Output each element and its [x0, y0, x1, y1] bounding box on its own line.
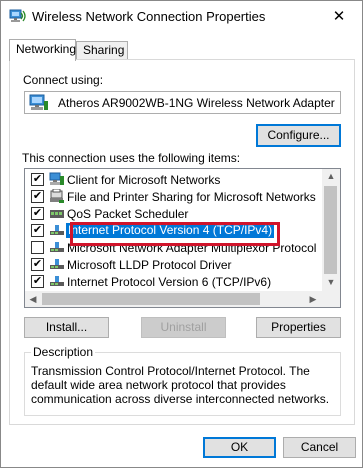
network-client-icon: [49, 172, 64, 185]
network-adapter-icon: [29, 94, 48, 110]
protocol-icon: [50, 259, 64, 269]
checkbox-multiplexor[interactable]: [31, 241, 44, 254]
properties-button[interactable]: Properties: [256, 317, 341, 338]
vertical-scroll-thumb[interactable]: [324, 186, 337, 274]
checkbox-qos[interactable]: ✔: [31, 207, 44, 220]
scroll-left-icon[interactable]: ◀: [28, 294, 38, 305]
network-connection-icon: [9, 9, 26, 22]
scroll-up-icon[interactable]: ▲: [322, 171, 340, 181]
close-button[interactable]: ✕: [323, 5, 355, 29]
tab-networking[interactable]: Networking: [9, 39, 76, 61]
vertical-scrollbar[interactable]: ▲ ▼: [322, 169, 340, 291]
file-printer-sharing-icon: [50, 189, 64, 203]
highlight-annotation: [70, 222, 280, 246]
qos-scheduler-icon: [50, 210, 64, 218]
item-label: QoS Packet Scheduler: [67, 207, 189, 221]
item-label: File and Printer Sharing for Microsoft N…: [67, 190, 316, 204]
title-bar[interactable]: Wireless Network Connection Properties ✕: [1, 1, 362, 33]
items-label: This connection uses the following items…: [22, 151, 241, 165]
list-item[interactable]: ✔ Internet Protocol Version 6 (TCP/IPv6): [25, 273, 322, 290]
scrollbar-corner: [322, 291, 340, 307]
item-label: Internet Protocol Version 6 (TCP/IPv6): [67, 275, 272, 289]
scroll-right-icon[interactable]: ▶: [308, 294, 318, 305]
item-label: Client for Microsoft Networks: [67, 173, 221, 187]
items-list[interactable]: ✔ Client for Microsoft Networks ✔ File a…: [24, 168, 341, 308]
window-title: Wireless Network Connection Properties: [32, 9, 266, 24]
protocol-icon: [50, 276, 64, 286]
checkbox-ipv6[interactable]: ✔: [31, 275, 44, 288]
install-button[interactable]: Install...: [24, 317, 109, 338]
list-item[interactable]: ✔ QoS Packet Scheduler: [25, 205, 322, 222]
items-list-viewport: ✔ Client for Microsoft Networks ✔ File a…: [25, 169, 322, 291]
list-item[interactable]: ✔ Microsoft LLDP Protocol Driver: [25, 256, 322, 273]
uninstall-button[interactable]: Uninstall: [141, 317, 226, 338]
tab-sharing[interactable]: Sharing: [76, 41, 128, 60]
connect-using-label: Connect using:: [23, 73, 104, 87]
adapter-field: Atheros AR9002WB-1NG Wireless Network Ad…: [24, 91, 341, 114]
horizontal-scroll-thumb[interactable]: [42, 293, 260, 305]
description-text: Transmission Control Protocol/Internet P…: [31, 364, 330, 406]
scroll-down-icon[interactable]: ▼: [322, 277, 340, 287]
horizontal-scrollbar[interactable]: ◀ ▶: [25, 291, 322, 307]
close-icon: ✕: [332, 8, 346, 25]
checkbox-lldp[interactable]: ✔: [31, 258, 44, 271]
description-title: Description: [31, 345, 96, 359]
checkbox-client[interactable]: ✔: [31, 173, 44, 186]
properties-dialog: Wireless Network Connection Properties ✕…: [0, 0, 363, 468]
ok-button[interactable]: OK: [203, 437, 276, 458]
protocol-icon: [50, 242, 64, 252]
cancel-button[interactable]: Cancel: [283, 437, 356, 458]
configure-button[interactable]: Configure...: [256, 124, 341, 147]
list-item[interactable]: ✔ File and Printer Sharing for Microsoft…: [25, 188, 322, 205]
protocol-icon: [50, 225, 64, 235]
checkbox-file-sharing[interactable]: ✔: [31, 190, 44, 203]
networking-panel: Connect using: Atheros AR9002WB-1NG Wire…: [9, 59, 355, 425]
adapter-name: Atheros AR9002WB-1NG Wireless Network Ad…: [58, 96, 335, 110]
item-label: Microsoft LLDP Protocol Driver: [67, 258, 232, 272]
list-item[interactable]: ✔ Client for Microsoft Networks: [25, 171, 322, 188]
description-group: Description Transmission Control Protoco…: [24, 345, 341, 416]
checkbox-ipv4[interactable]: ✔: [31, 224, 44, 237]
